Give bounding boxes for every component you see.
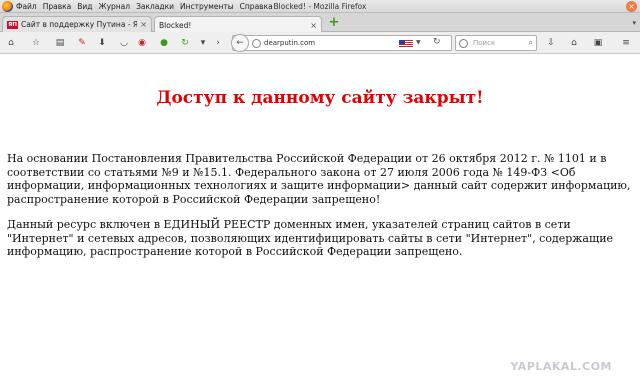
tab-yaplakal[interactable]: ЯП Сайт в поддержку Путина - ЯПл... × (2, 16, 152, 32)
url-input[interactable]: dearputin.com (264, 39, 315, 47)
registry-notice-paragraph: Данный ресурс включен в ЕДИНЫЙ РЕЕСТР до… (7, 218, 614, 258)
menu-file[interactable]: Файл (16, 2, 37, 11)
downloads-icon[interactable]: ⬇ (96, 37, 108, 49)
menu-bar: Файл Правка Вид Журнал Закладки Инструме… (16, 0, 279, 13)
search-bar[interactable]: Поиск ⌕ (455, 35, 537, 51)
firefox-icon (2, 1, 13, 12)
window-close-button[interactable]: × (626, 1, 637, 12)
home-icon[interactable]: ⌂ (5, 37, 17, 49)
back-arrow-icon[interactable]: ← (231, 34, 249, 52)
bookmark-star-icon[interactable]: ☆ (30, 37, 42, 49)
site-identity-icon[interactable] (252, 39, 261, 48)
home-button-icon[interactable]: ⌂ (568, 37, 580, 49)
bookmarks-menu-icon[interactable]: ▤ (54, 37, 66, 49)
new-tab-plus-icon[interactable]: + (328, 16, 340, 29)
downloads-arrow-icon[interactable]: ⇩ (545, 37, 557, 49)
menu-history[interactable]: Журнал (99, 2, 131, 11)
url-bar[interactable]: ← dearputin.com ▼ ↻ (231, 34, 452, 52)
page-title: Доступ к данному сайту закрыт! (156, 88, 484, 108)
menu-view[interactable]: Вид (77, 2, 92, 11)
url-history-dropdown-icon[interactable]: ▼ (416, 39, 421, 46)
watermark-logo: YAPLAKAL.COM (510, 360, 612, 373)
forward-icon[interactable]: › (212, 37, 224, 49)
us-flag-icon[interactable] (399, 40, 413, 48)
screenshot-icon[interactable]: ▣ (592, 37, 604, 49)
tab-close-icon[interactable]: × (310, 21, 317, 30)
page-content: Доступ к данному сайту закрыт! На основа… (0, 55, 640, 389)
search-icon[interactable]: ⌕ (529, 38, 533, 48)
search-input[interactable]: Поиск (473, 39, 495, 47)
reload-icon[interactable]: ↻ (433, 37, 441, 47)
pocket-icon[interactable]: ◡ (118, 37, 130, 49)
yaplakal-favicon-icon: ЯП (7, 20, 18, 29)
menu-bookmarks[interactable]: Закладки (136, 2, 174, 11)
sync-icon[interactable]: ↻ (179, 37, 191, 49)
adblock-icon[interactable]: ◉ (136, 37, 148, 49)
hamburger-menu-icon[interactable]: ≡ (620, 37, 632, 49)
menu-tools[interactable]: Инструменты (180, 2, 234, 11)
tab-label: Сайт в поддержку Путина - ЯПл... (21, 20, 138, 29)
tab-close-icon[interactable]: × (140, 20, 147, 29)
list-all-tabs-icon[interactable]: ▾ (632, 19, 636, 27)
menu-help[interactable]: Справка (240, 2, 273, 11)
title-bar: Blocked! - Mozilla Firefox Файл Правка В… (0, 0, 640, 13)
navigation-toolbar: ⌂ ☆ ▤ ✎ ⬇ ◡ ◉ ● ↻ ▾ › ← dearputin.com ▼ … (0, 32, 640, 54)
tab-bar: ЯП Сайт в поддержку Путина - ЯПл... × Bl… (0, 13, 640, 33)
tab-blocked[interactable]: Blocked! × (154, 16, 322, 33)
chevron-down-icon[interactable]: ▾ (197, 37, 209, 49)
extension-icon[interactable]: ● (158, 37, 170, 49)
search-engine-icon[interactable] (459, 39, 468, 48)
tab-label: Blocked! (159, 20, 192, 30)
menu-edit[interactable]: Правка (43, 2, 72, 11)
blocking-notice-paragraph: На основании Постановления Правительства… (7, 152, 631, 206)
note-icon[interactable]: ✎ (76, 37, 88, 49)
